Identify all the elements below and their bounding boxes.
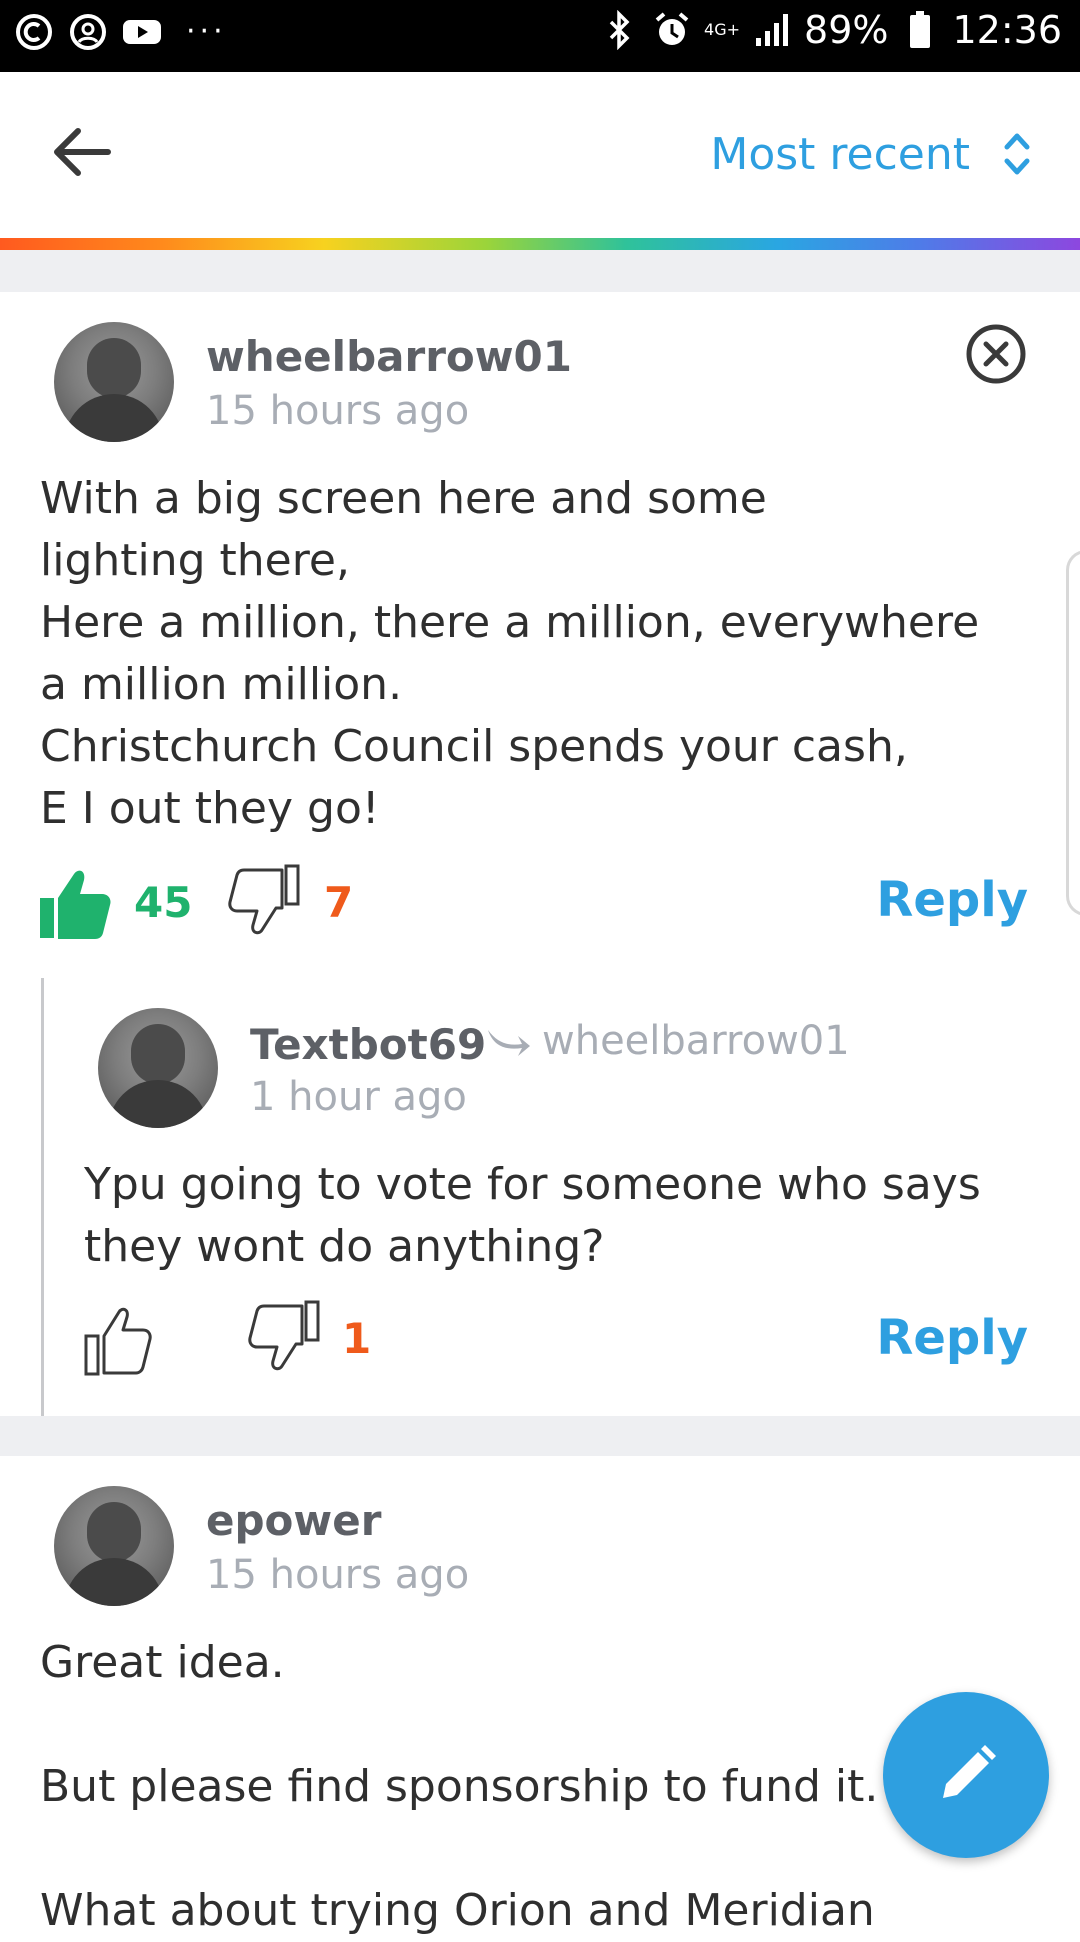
battery-icon — [900, 10, 940, 50]
thumbs-down-icon — [248, 1300, 320, 1371]
reply-timestamp: 1 hour ago — [250, 1074, 467, 1120]
reply-actions: 1 Reply — [0, 1298, 1080, 1378]
dislike-count: 1 — [342, 1314, 372, 1363]
status-notification-icons: ··· — [14, 12, 227, 52]
status-system-icons: 4G+ 89% 12:36 — [600, 8, 1062, 52]
reply-button[interactable]: Reply — [876, 1310, 1028, 1366]
reply-to-username: wheelbarrow01 — [542, 1018, 850, 1064]
comment-actions: 45 7 Reply — [0, 862, 1080, 942]
network-type-indicator: 4G+ — [704, 20, 741, 39]
battery-percent: 89% — [804, 8, 889, 52]
dislike-button[interactable] — [224, 862, 304, 942]
dislike-button[interactable] — [244, 1298, 324, 1378]
avatar[interactable] — [54, 1486, 174, 1606]
comment-username[interactable]: wheelbarrow01 — [206, 332, 572, 381]
rainbow-divider — [0, 238, 1080, 250]
status-bar: ··· 4G+ 89% 12:36 — [0, 0, 1080, 72]
sort-dropdown[interactable]: Most recent — [710, 124, 1030, 184]
bluetooth-icon — [600, 10, 640, 50]
reply-body: Ypu going to vote for someone who says t… — [84, 1159, 981, 1272]
like-button[interactable] — [36, 862, 116, 942]
alarm-icon — [652, 10, 692, 50]
arrow-left-icon — [54, 128, 111, 176]
comment-timestamp: 15 hours ago — [206, 388, 470, 434]
comments-header: Most recent — [0, 72, 1080, 240]
reply-to-info[interactable]: wheelbarrow01 — [484, 1018, 850, 1064]
back-button[interactable] — [50, 127, 114, 177]
sort-label: Most recent — [710, 128, 970, 180]
scroll-indicator[interactable] — [1066, 550, 1080, 916]
section-separator — [0, 1416, 1080, 1456]
close-comment-button[interactable] — [965, 323, 1027, 385]
avatar[interactable] — [98, 1008, 218, 1128]
reply-button[interactable]: Reply — [876, 872, 1028, 928]
chevron-up-down-icon — [1004, 133, 1030, 175]
reply-arrow-icon — [488, 1030, 530, 1056]
dislike-count: 7 — [324, 878, 354, 927]
thumbs-up-icon — [84, 1307, 152, 1376]
section-separator — [0, 250, 1080, 292]
clock: 12:36 — [952, 8, 1062, 52]
like-count: 45 — [134, 878, 193, 927]
compose-comment-button[interactable] — [883, 1692, 1049, 1858]
avatar[interactable] — [54, 322, 174, 442]
pencil-icon — [943, 1745, 996, 1798]
comment-body: With a big screen here and some lighting… — [40, 473, 980, 834]
close-circle-icon — [966, 324, 1026, 384]
thumbs-up-icon — [40, 870, 111, 939]
signal-strength-icon — [752, 10, 792, 50]
more-notifications-indicator: ··· — [186, 14, 227, 49]
copyright-notification-icon — [14, 12, 54, 52]
comment-timestamp: 15 hours ago — [206, 1552, 470, 1598]
youtube-notification-icon — [122, 12, 162, 52]
thumbs-down-icon — [228, 864, 300, 935]
like-button[interactable] — [80, 1298, 160, 1378]
reply-username[interactable]: Textbot69 — [250, 1020, 486, 1069]
account-notification-icon — [68, 12, 108, 52]
comment-username[interactable]: epower — [206, 1496, 381, 1545]
